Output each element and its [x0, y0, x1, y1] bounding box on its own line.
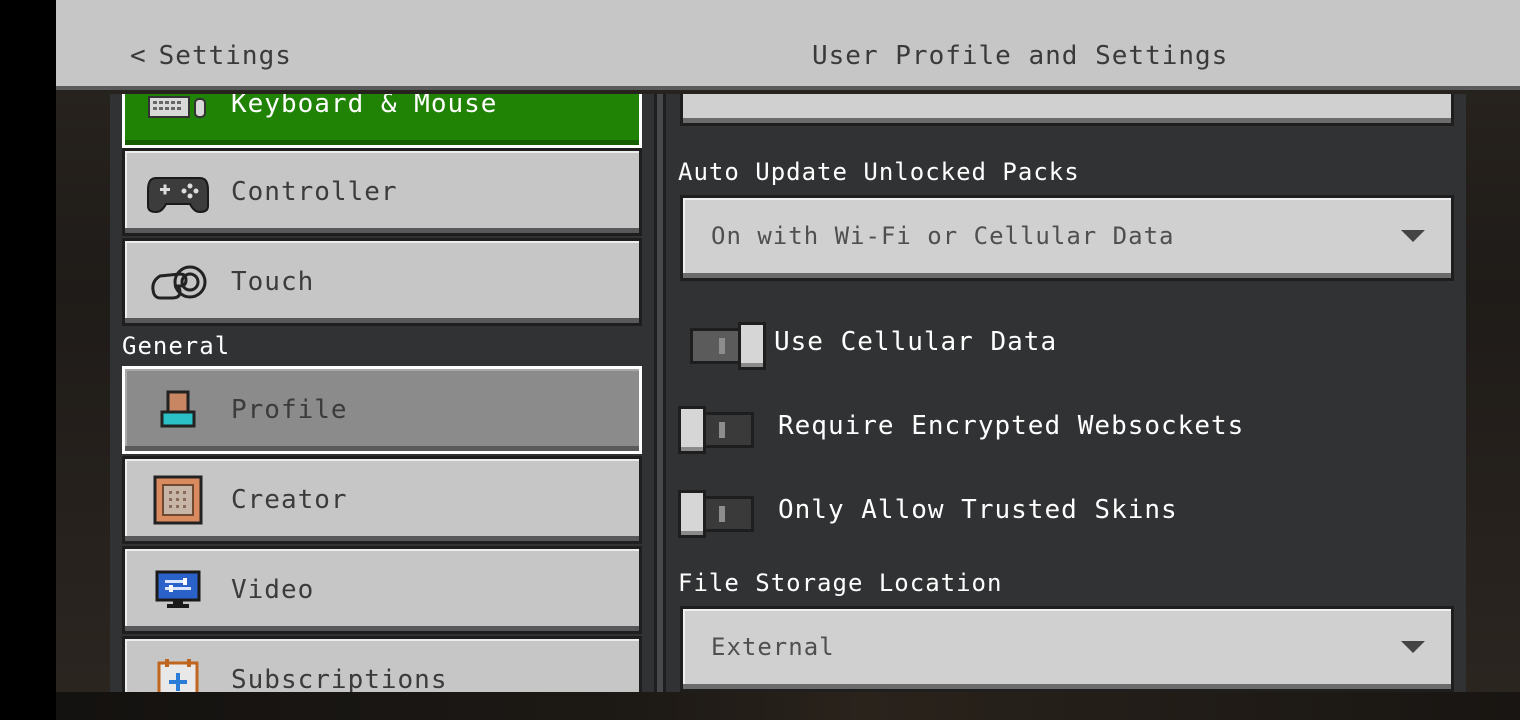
require-encrypted-websockets-toggle-row[interactable]: Require Encrypted Websockets: [678, 400, 1245, 454]
sidebar-item-label: Touch: [231, 267, 315, 297]
toggle-knob: [678, 490, 706, 538]
subscriptions-icon: [145, 656, 211, 692]
sidebar-item-touch[interactable]: Touch: [122, 238, 642, 326]
sidebar-item-label: Keyboard & Mouse: [231, 94, 498, 119]
settings-panel: Keyboard & Mouse Controller Touch Genera…: [110, 94, 1466, 692]
use-cellular-data-label: Use Cellular Data: [774, 327, 1058, 357]
only-allow-trusted-skins-label: Only Allow Trusted Skins: [778, 495, 1178, 525]
creator-icon: [145, 475, 211, 525]
sidebar-item-label: Subscriptions: [231, 665, 448, 692]
sidebar-item-label: Video: [231, 575, 315, 605]
sidebar-item-label: Profile: [231, 395, 348, 425]
auto-update-label: Auto Update Unlocked Packs: [678, 158, 1080, 186]
require-encrypted-websockets-label: Require Encrypted Websockets: [778, 411, 1245, 441]
chevron-down-icon: [1401, 230, 1425, 242]
sidebar-item-creator[interactable]: Creator: [122, 456, 642, 544]
page-title-text: User Profile and Settings: [812, 41, 1229, 71]
file-storage-dropdown[interactable]: External: [680, 606, 1454, 692]
sidebar-item-label: Controller: [231, 177, 398, 207]
settings-content: Auto Update Unlocked Packs On with Wi-Fi…: [678, 94, 1458, 692]
keyboard-mouse-icon: [145, 94, 211, 128]
auto-update-value: On with Wi-Fi or Cellular Data: [711, 222, 1175, 250]
file-storage-value: External: [711, 633, 835, 661]
section-label-general: General: [122, 332, 231, 360]
background-bottom-strip: [56, 692, 1520, 720]
only-allow-trusted-skins-toggle-row[interactable]: Only Allow Trusted Skins: [678, 484, 1178, 538]
only-allow-trusted-skins-toggle[interactable]: [678, 490, 758, 538]
panel-divider: [654, 94, 666, 692]
controller-icon: [145, 168, 211, 216]
previous-setting-box[interactable]: [680, 94, 1454, 126]
sidebar-item-label: Creator: [231, 485, 348, 515]
require-encrypted-websockets-toggle[interactable]: [678, 406, 758, 454]
chevron-down-icon: [1401, 641, 1425, 653]
touch-icon: [145, 258, 211, 306]
page-title: User Profile and Settings: [56, 38, 1520, 74]
sidebar-item-subscriptions[interactable]: Subscriptions: [122, 636, 642, 692]
sidebar-item-video[interactable]: Video: [122, 546, 642, 634]
sidebar-item-profile[interactable]: Profile: [122, 366, 642, 454]
file-storage-label: File Storage Location: [678, 569, 1003, 597]
toggle-knob: [738, 322, 766, 370]
sidebar-item-controller[interactable]: Controller: [122, 148, 642, 236]
use-cellular-data-toggle-row[interactable]: Use Cellular Data: [678, 316, 1058, 370]
sidebar-item-keyboard-mouse[interactable]: Keyboard & Mouse: [122, 94, 642, 148]
toggle-knob: [678, 406, 706, 454]
header-bar: < Settings User Profile and Settings: [56, 0, 1520, 90]
left-black-bar: [0, 0, 56, 720]
use-cellular-data-toggle[interactable]: [690, 322, 770, 370]
profile-icon: [145, 386, 211, 434]
auto-update-dropdown[interactable]: On with Wi-Fi or Cellular Data: [680, 195, 1454, 281]
video-icon: [145, 566, 211, 614]
